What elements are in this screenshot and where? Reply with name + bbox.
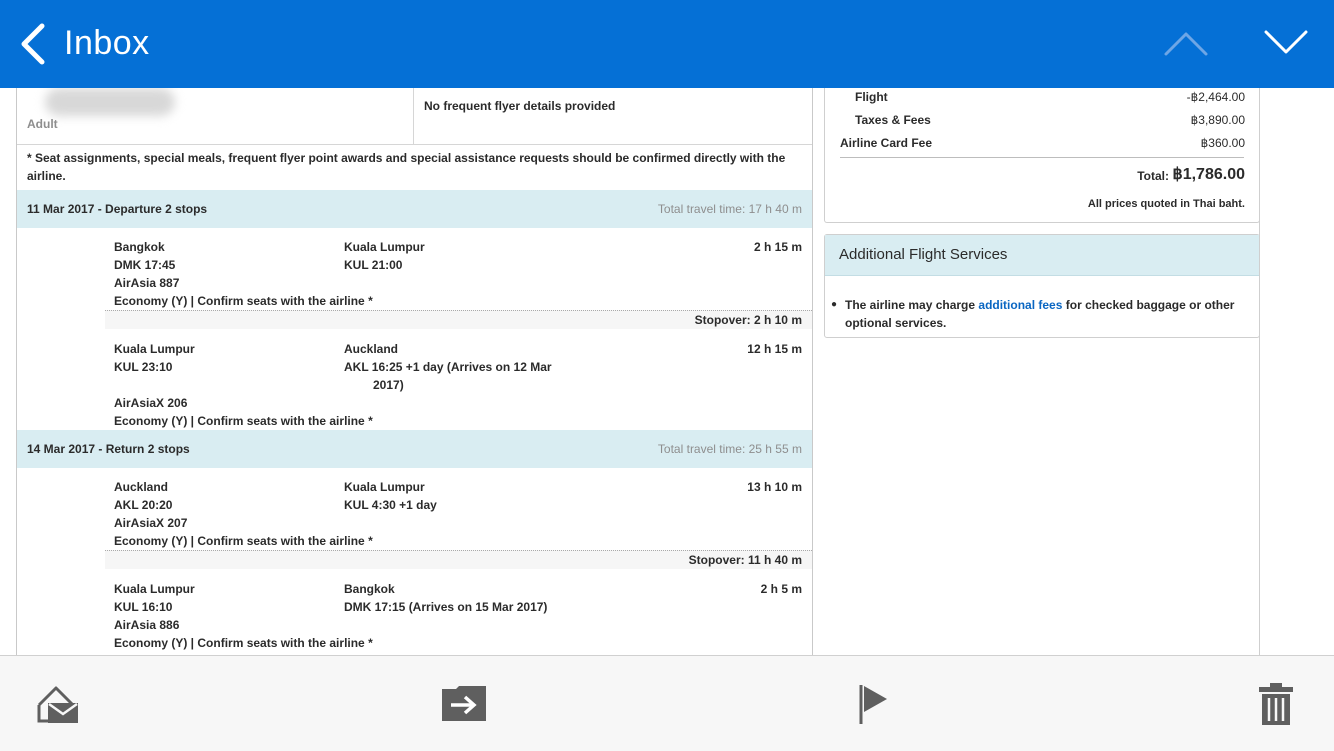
total-label: Total:	[1137, 169, 1169, 183]
mark-unread-icon[interactable]	[36, 683, 80, 725]
frequent-flyer-text: No frequent flyer details provided	[424, 99, 616, 113]
ret-leg2-to-city: Bangkok	[344, 582, 395, 596]
ret-leg1-duration: 13 h 10 m	[747, 480, 802, 494]
ret-leg1-airline: AirAsiaX 207	[114, 516, 188, 530]
move-folder-icon[interactable]	[441, 686, 487, 722]
taxes-label: Taxes & Fees	[855, 113, 931, 127]
return-total-time: Total travel time: 25 h 55 m	[657, 442, 802, 456]
top-bar: Inbox	[0, 0, 1334, 88]
departure-title: 11 Mar 2017 - Departure 2 stops	[27, 202, 208, 216]
trash-icon[interactable]	[1258, 682, 1294, 726]
passenger-divider	[413, 88, 414, 144]
ret-leg1-to-city: Kuala Lumpur	[344, 480, 425, 494]
dep-stopover: Stopover: 2 h 10 m	[694, 313, 802, 327]
divider	[17, 144, 812, 145]
price-currency-note: All prices quoted in Thai baht.	[1087, 198, 1245, 210]
right-panel-border	[1259, 88, 1260, 655]
ret-leg2-from-time: KUL 16:10	[114, 600, 173, 614]
card-fee-value: ฿360.00	[1200, 136, 1245, 150]
dep-leg2-duration: 12 h 15 m	[747, 342, 802, 356]
bottom-toolbar	[0, 655, 1334, 751]
flag-icon[interactable]	[858, 683, 890, 725]
dep-leg2-from-time: KUL 23:10	[114, 360, 173, 374]
seat-note-line1: * Seat assignments, special meals, frequ…	[27, 151, 786, 165]
seat-note-line2: airline.	[27, 169, 66, 183]
dep-leg2-to-time-line1: AKL 16:25 +1 day (Arrives on 12 Mar	[344, 360, 552, 374]
total-divider	[840, 157, 1244, 158]
dep-leg2-to-time-line2: 2017)	[373, 378, 404, 392]
additional-services-header: Additional Flight Services	[825, 235, 1259, 276]
flight-price-value: -฿2,464.00	[1186, 90, 1245, 104]
dep-leg2-airline: AirAsiaX 206	[114, 396, 188, 410]
dep-leg2-cabin: Economy (Y) | Confirm seats with the air…	[114, 414, 373, 428]
dep-leg1-airline: AirAsia 887	[114, 276, 180, 290]
dep-leg1-from-time: DMK 17:45	[114, 258, 176, 272]
dep-leg1-from-city: Bangkok	[114, 240, 165, 254]
bullet-icon: ●	[831, 299, 838, 310]
ret-leg1-to-time: KUL 4:30 +1 day	[344, 498, 437, 512]
ret-leg2-airline: AirAsia 886	[114, 618, 180, 632]
dep-leg1-cabin: Economy (Y) | Confirm seats with the air…	[114, 294, 373, 308]
ret-stopover: Stopover: 11 h 40 m	[688, 553, 802, 567]
dep-leg1-to-city: Kuala Lumpur	[344, 240, 425, 254]
return-header: 14 Mar 2017 - Return 2 stops Total trave…	[17, 430, 812, 468]
additional-fees-link[interactable]: additional fees	[978, 298, 1062, 312]
dep-leg2-from-city: Kuala Lumpur	[114, 342, 195, 356]
dep-leg1-duration: 2 h 15 m	[753, 240, 802, 254]
ret-leg2-cabin: Economy (Y) | Confirm seats with the air…	[114, 636, 373, 650]
departure-header: 11 Mar 2017 - Departure 2 stops Total tr…	[17, 190, 812, 228]
additional-services-title: Additional Flight Services	[839, 246, 1008, 263]
redacted-passenger-name	[45, 88, 175, 116]
email-body[interactable]: Adult No frequent flyer details provided…	[0, 88, 1334, 655]
ret-stopover-row: Stopover: 11 h 40 m	[105, 550, 812, 569]
itinerary-panel: Adult No frequent flyer details provided…	[16, 88, 813, 655]
ret-leg1-from-time: AKL 20:20	[114, 498, 173, 512]
return-title: 14 Mar 2017 - Return 2 stops	[27, 442, 190, 456]
ret-leg2-from-city: Kuala Lumpur	[114, 582, 195, 596]
dep-leg1-to-time: KUL 21:00	[344, 258, 403, 272]
ret-leg2-duration: 2 h 5 m	[760, 582, 802, 596]
back-chevron-icon[interactable]	[14, 22, 54, 66]
next-message-icon[interactable]	[1262, 28, 1310, 58]
departure-total-time: Total travel time: 17 h 40 m	[657, 202, 802, 216]
ret-leg2-to-time: DMK 17:15 (Arrives on 15 Mar 2017)	[344, 600, 548, 614]
taxes-value: ฿3,890.00	[1190, 113, 1245, 127]
card-fee-label: Airline Card Fee	[840, 136, 933, 150]
ret-leg1-from-city: Auckland	[114, 480, 169, 494]
total-value: ฿1,786.00	[1172, 166, 1245, 183]
price-summary: Flight -฿2,464.00 Taxes & Fees ฿3,890.00…	[824, 88, 1260, 223]
fees-text: The airline may charge additional fees f…	[845, 298, 1235, 312]
dep-leg2-to-city: Auckland	[344, 342, 399, 356]
dep-stopover-row: Stopover: 2 h 10 m	[105, 310, 812, 329]
previous-message-icon[interactable]	[1162, 28, 1210, 58]
back-to-inbox-button[interactable]: Inbox	[64, 24, 150, 63]
fees-text-line2: optional services.	[845, 316, 947, 330]
additional-services-panel: Additional Flight Services ● The airline…	[824, 234, 1260, 338]
flight-price-label: Flight	[855, 90, 888, 104]
passenger-type: Adult	[27, 117, 58, 131]
ret-leg1-cabin: Economy (Y) | Confirm seats with the air…	[114, 534, 373, 548]
